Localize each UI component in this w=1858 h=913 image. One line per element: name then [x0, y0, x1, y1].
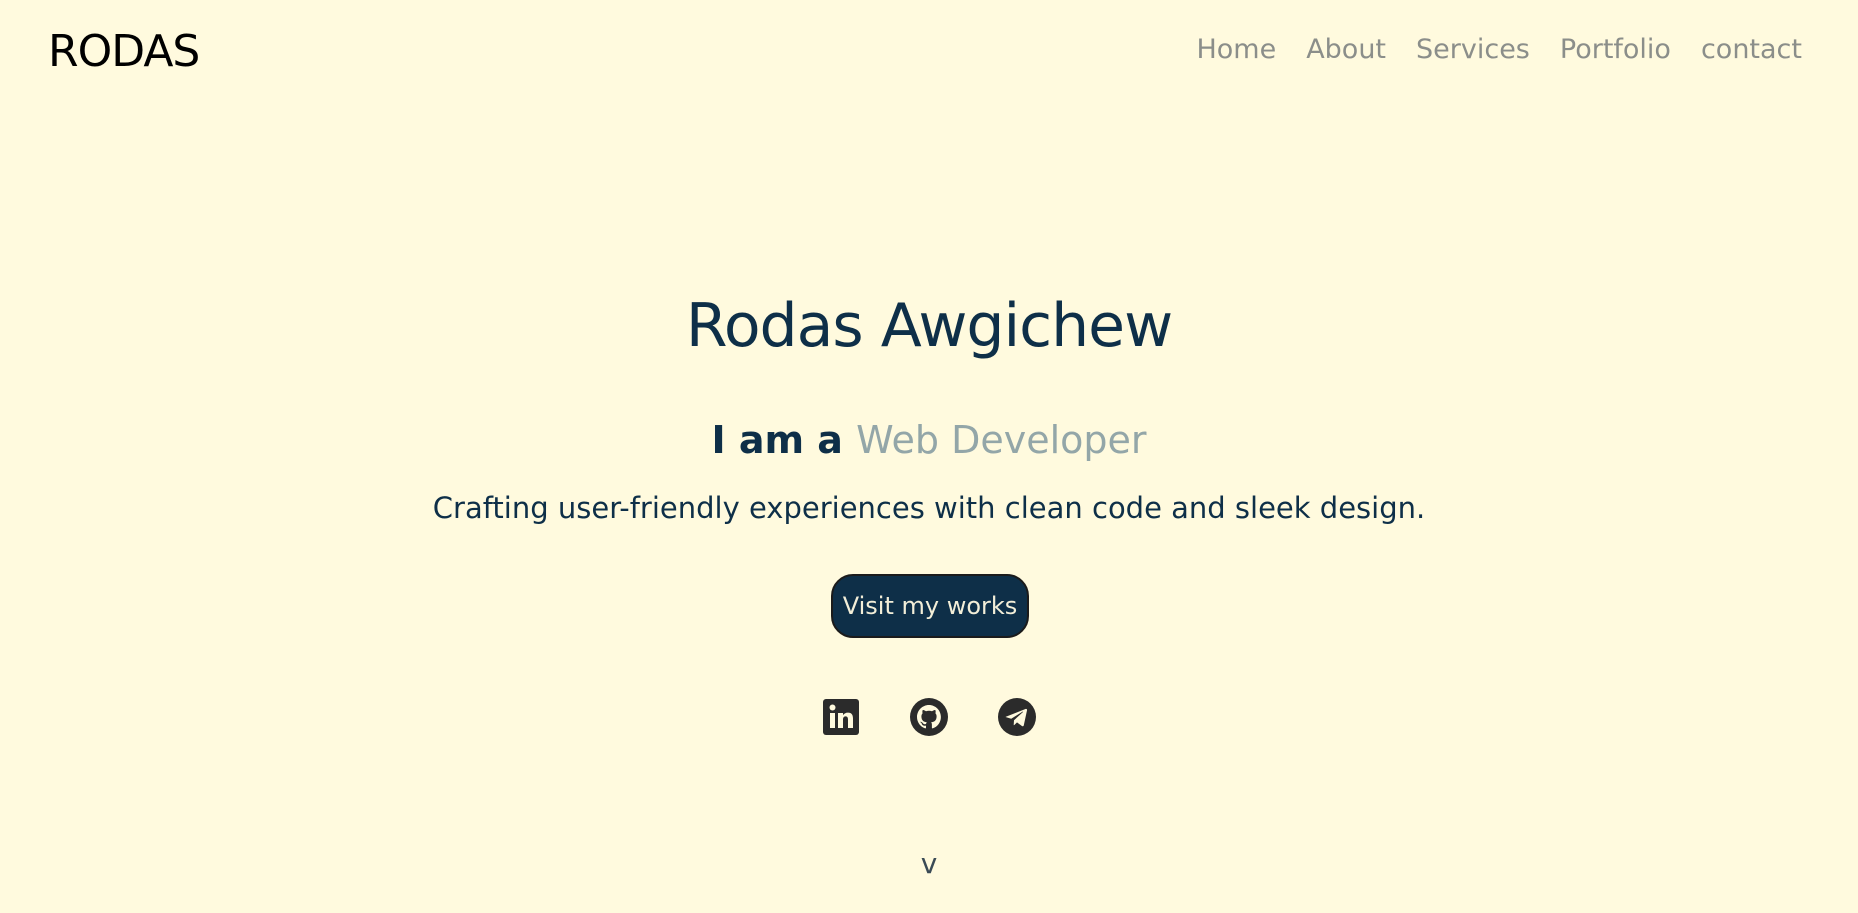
nav-link-contact[interactable]: contact — [1701, 32, 1802, 68]
hero-role-highlight: Web Developer — [856, 418, 1147, 462]
scroll-down-indicator[interactable]: v — [0, 848, 1858, 880]
site-logo[interactable]: RODAS — [48, 26, 200, 78]
hero-tagline: Crafting user-friendly experiences with … — [432, 491, 1426, 525]
hero-role-prefix: I am a — [711, 418, 857, 462]
nav-link-about[interactable]: About — [1306, 32, 1386, 68]
hero-role: I am a Web Developer — [0, 415, 1858, 465]
visit-works-button[interactable]: Visit my works — [831, 574, 1029, 638]
nav-link-services[interactable]: Services — [1416, 32, 1530, 68]
github-icon[interactable] — [908, 696, 950, 738]
nav-link-portfolio[interactable]: Portfolio — [1560, 32, 1671, 68]
hero-name: Rodas Awgichew — [685, 291, 1173, 361]
linkedin-icon[interactable] — [820, 696, 862, 738]
telegram-icon[interactable] — [996, 696, 1038, 738]
main-nav: Home About Services Portfolio contact — [1196, 32, 1802, 68]
site-header: RODAS Home About Services Portfolio cont… — [0, 0, 1858, 100]
nav-link-home[interactable]: Home — [1196, 32, 1276, 68]
social-links — [820, 696, 1038, 738]
